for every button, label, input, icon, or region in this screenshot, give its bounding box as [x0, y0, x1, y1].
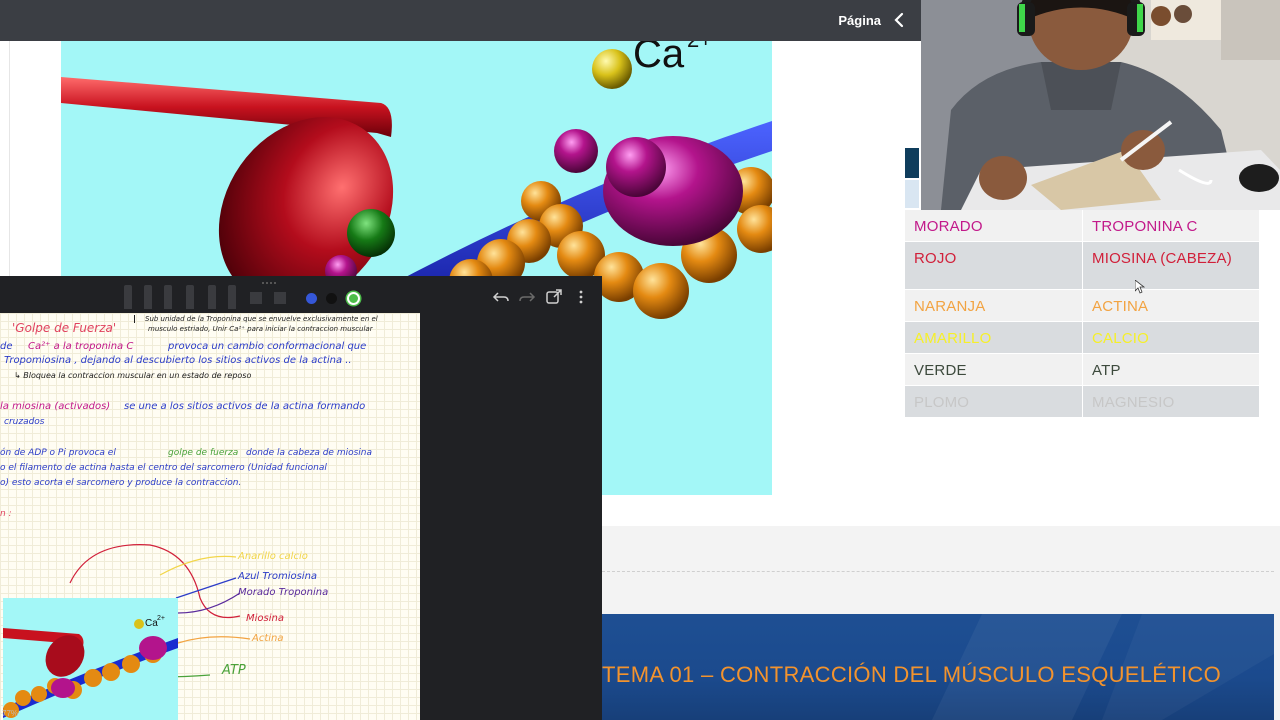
- black-color-swatch[interactable]: [326, 293, 337, 304]
- presenter-video-image: [921, 0, 1280, 210]
- mini-actin-myosin-illustration: Ca 2+: [3, 615, 178, 718]
- brush-tool-icon[interactable]: [186, 285, 194, 309]
- table-row: AMARILLO CALCIO: [905, 322, 1259, 354]
- undo-icon[interactable]: [492, 288, 510, 306]
- color-cell: PLOMO: [905, 386, 1082, 417]
- pencil-tool-icon[interactable]: [144, 285, 152, 309]
- meaning-cell: CALCIO: [1082, 322, 1259, 353]
- table-header-fragment: [905, 148, 919, 178]
- meaning-cell: MAGNESIO: [1082, 386, 1259, 417]
- zoom-level: 77%: [2, 709, 19, 718]
- notes-empty-area: [420, 313, 602, 720]
- more-options-icon[interactable]: [572, 288, 590, 306]
- diagram-label: Azul Tromiosina: [238, 571, 318, 582]
- diagram-label: Anarillo calcio: [238, 551, 308, 562]
- mouse-cursor-icon: [1135, 280, 1145, 294]
- share-icon[interactable]: [545, 288, 563, 306]
- diagram-label: Morado Troponina: [238, 587, 329, 598]
- meaning-cell: TROPONINA C: [1082, 210, 1259, 241]
- notes-toolbar: [0, 276, 602, 318]
- meaning-cell: ACTINA: [1082, 290, 1259, 321]
- pen-tool-icon[interactable]: [124, 285, 132, 309]
- calcium-ion-charge: 2+: [687, 41, 712, 52]
- color-cell: AMARILLO: [905, 322, 1082, 353]
- pasted-figure-thumbnail[interactable]: Ca 2+: [3, 598, 178, 720]
- mini-calcium-charge: 2+: [157, 615, 165, 622]
- table-subheader-fragment: [905, 180, 919, 208]
- slide-banner: TEMA 01 – CONTRACCIÓN DEL MÚSCULO ESQUEL…: [602, 614, 1274, 720]
- drag-handle[interactable]: [262, 282, 276, 286]
- viewer-top-bar: Página: [0, 0, 921, 41]
- table-row: NARANJA ACTINA: [905, 290, 1259, 322]
- calcium-ion-label: Ca: [633, 41, 685, 76]
- meaning-cell: MIOSINA (CABEZA): [1082, 242, 1259, 289]
- eraser-tool-icon[interactable]: [228, 285, 236, 309]
- color-cell: ROJO: [905, 242, 1082, 289]
- green-color-swatch[interactable]: [347, 292, 360, 305]
- table-row: VERDE ATP: [905, 354, 1259, 386]
- color-cell: VERDE: [905, 354, 1082, 385]
- redo-icon[interactable]: [518, 288, 536, 306]
- webcam-feed: [921, 0, 1280, 210]
- diagram-label: Miosina: [246, 613, 284, 624]
- table-row: MORADO TROPONINA C: [905, 210, 1259, 242]
- table-row: PLOMO MAGNESIO: [905, 386, 1259, 418]
- ruler-tool-icon[interactable]: [274, 292, 286, 304]
- color-cell: MORADO: [905, 210, 1082, 241]
- highlighter-tool-icon[interactable]: [208, 285, 216, 309]
- meaning-cell: ATP: [1082, 354, 1259, 385]
- color-legend-table: MORADO TROPONINA C ROJO MIOSINA (CABEZA)…: [905, 210, 1259, 418]
- notes-app-window: 'Golpe de Fuerza' Sub unidad de la Tropo…: [0, 276, 602, 720]
- handwritten-notes-canvas[interactable]: 'Golpe de Fuerza' Sub unidad de la Tropo…: [0, 313, 420, 720]
- blue-color-swatch[interactable]: [306, 293, 317, 304]
- marker-tool-icon[interactable]: [164, 285, 172, 309]
- chevron-left-icon[interactable]: [889, 10, 909, 30]
- diagram-label: ATP: [222, 663, 246, 678]
- banner-title: TEMA 01 – CONTRACCIÓN DEL MÚSCULO ESQUEL…: [602, 662, 1222, 687]
- diagram-label: Actina: [252, 633, 284, 644]
- color-cell: NARANJA: [905, 290, 1082, 321]
- page-break-divider: [602, 571, 1274, 572]
- lasso-tool-icon[interactable]: [250, 292, 262, 304]
- page-menu-label[interactable]: Página: [838, 13, 881, 28]
- table-row: ROJO MIOSINA (CABEZA): [905, 242, 1259, 290]
